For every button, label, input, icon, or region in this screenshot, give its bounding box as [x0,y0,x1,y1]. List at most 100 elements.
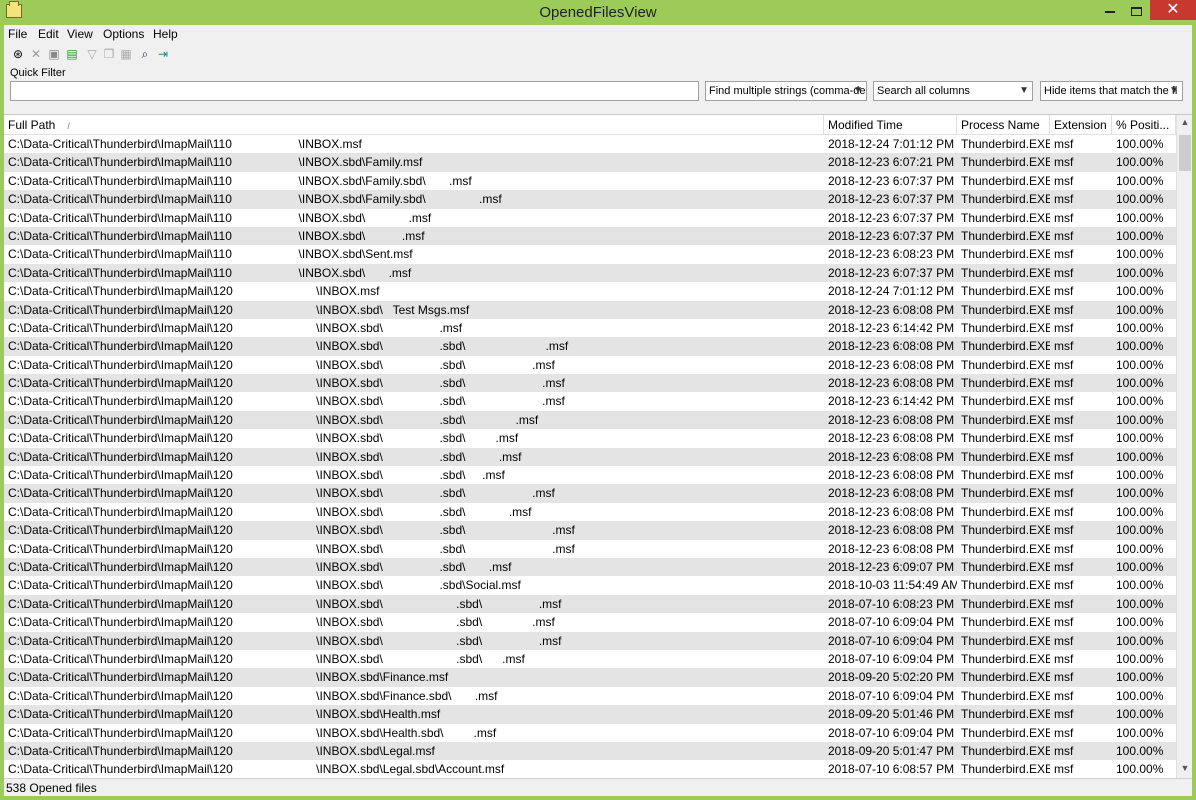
cell-modified-time: 2018-07-10 6:08:23 PM [828,596,955,611]
scroll-up-icon[interactable]: ▲ [1177,117,1193,131]
cell-full-path: C:\Data-Critical\Thunderbird\ImapMail\12… [8,541,575,556]
table-row[interactable]: C:\Data-Critical\Thunderbird\ImapMail\12… [4,650,1176,668]
table-row[interactable]: C:\Data-Critical\Thunderbird\ImapMail\11… [4,245,1176,263]
menu-bar: File Edit View Options Help [4,25,1192,43]
cell-modified-time: 2018-12-23 6:07:37 PM [828,192,955,207]
table-row[interactable]: C:\Data-Critical\Thunderbird\ImapMail\12… [4,484,1176,503]
cell-process-name: Thunderbird.EXE [961,559,1050,574]
table-row[interactable]: C:\Data-Critical\Thunderbird\ImapMail\12… [4,392,1176,410]
column-header-process-name[interactable]: Process Name [957,115,1050,135]
table-row[interactable]: C:\Data-Critical\Thunderbird\ImapMail\12… [4,741,1176,761]
table-row[interactable]: C:\Data-Critical\Thunderbird\ImapMail\12… [4,540,1176,558]
column-header-position[interactable]: % Positi... [1112,115,1176,135]
scroll-thumb[interactable] [1179,135,1191,171]
cell-process-name: Thunderbird.EXE [961,431,1050,446]
cell-process-name: Thunderbird.EXE [961,468,1050,483]
save-icon[interactable]: ▣ [46,46,62,62]
column-header-modified-time[interactable]: Modified Time [824,115,957,135]
cell-process-name: Thunderbird.EXE [961,376,1050,391]
table-row[interactable]: C:\Data-Critical\Thunderbird\ImapMail\12… [4,374,1176,393]
cell-process-name: Thunderbird.EXE [961,541,1050,556]
cell-modified-time: 2018-12-23 6:09:07 PM [828,559,955,574]
table-row[interactable]: C:\Data-Critical\Thunderbird\ImapMail\12… [4,503,1176,521]
vertical-scrollbar[interactable]: ▲ ▼ [1176,115,1192,779]
refresh-icon[interactable]: ⊛ [10,46,26,62]
menu-view[interactable]: View [67,27,93,41]
scroll-down-icon[interactable]: ▼ [1177,763,1193,777]
html-report-icon[interactable]: ▤ [64,46,80,62]
cell-position: 100.00% [1116,523,1164,538]
table-row[interactable]: C:\Data-Critical\Thunderbird\ImapMail\12… [4,282,1176,300]
cell-position: 100.00% [1116,743,1164,758]
cell-extension: msf [1054,670,1074,685]
table-row[interactable]: C:\Data-Critical\Thunderbird\ImapMail\12… [4,521,1176,540]
table-row[interactable]: C:\Data-Critical\Thunderbird\ImapMail\12… [4,687,1176,705]
cell-full-path: C:\Data-Critical\Thunderbird\ImapMail\12… [8,394,565,409]
cell-position: 100.00% [1116,155,1164,170]
cell-process-name: Thunderbird.EXE [961,486,1050,501]
properties-icon[interactable]: ▦ [118,46,134,62]
menu-options[interactable]: Options [103,27,144,41]
table-row[interactable]: C:\Data-Critical\Thunderbird\ImapMail\12… [4,429,1176,447]
find-icon[interactable]: ⌕ [137,46,153,62]
cell-full-path: C:\Data-Critical\Thunderbird\ImapMail\12… [8,596,562,611]
list-rows: C:\Data-Critical\Thunderbird\ImapMail\11… [4,135,1176,779]
cell-modified-time: 2018-12-23 6:14:42 PM [828,320,955,335]
close-file-icon[interactable]: ✕ [28,46,44,62]
cell-position: 100.00% [1116,265,1164,280]
filter-columns-select[interactable]: Search all columns ▼ [873,81,1033,101]
cell-extension: msf [1054,137,1074,151]
column-header-full-path[interactable]: Full Path / [4,115,824,135]
column-header-extension[interactable]: Extension [1050,115,1112,135]
table-row[interactable]: C:\Data-Critical\Thunderbird\ImapMail\12… [4,557,1176,577]
table-row[interactable]: C:\Data-Critical\Thunderbird\ImapMail\11… [4,153,1176,172]
table-row[interactable]: C:\Data-Critical\Thunderbird\ImapMail\12… [4,300,1176,319]
maximize-button[interactable] [1124,0,1148,22]
table-row[interactable]: C:\Data-Critical\Thunderbird\ImapMail\11… [4,190,1176,209]
table-row[interactable]: C:\Data-Critical\Thunderbird\ImapMail\11… [4,263,1176,283]
cell-process-name: Thunderbird.EXE [961,725,1050,740]
title-bar[interactable]: OpenedFilesView ✕ [0,0,1196,25]
table-row[interactable]: C:\Data-Critical\Thunderbird\ImapMail\12… [4,337,1176,356]
filter-action-select[interactable]: Hide items that match the fi ▼ [1040,81,1183,101]
table-row[interactable]: C:\Data-Critical\Thunderbird\ImapMail\12… [4,356,1176,374]
cell-full-path: C:\Data-Critical\Thunderbird\ImapMail\12… [8,284,380,299]
cell-process-name: Thunderbird.EXE [961,412,1050,427]
cell-position: 100.00% [1116,173,1164,188]
cell-process-name: Thunderbird.EXE [961,357,1050,372]
filter-mode-select[interactable]: Find multiple strings (comma-de ▼ [705,81,867,101]
table-row[interactable]: C:\Data-Critical\Thunderbird\ImapMail\12… [4,576,1176,594]
filter-icon[interactable]: ▽ [84,46,100,62]
table-row[interactable]: C:\Data-Critical\Thunderbird\ImapMail\12… [4,447,1176,467]
cell-extension: msf [1054,468,1074,483]
cell-process-name: Thunderbird.EXE [961,578,1050,593]
cell-extension: msf [1054,320,1074,335]
cell-position: 100.00% [1116,412,1164,427]
table-row[interactable]: C:\Data-Critical\Thunderbird\ImapMail\12… [4,613,1176,631]
menu-help[interactable]: Help [153,27,178,41]
table-row[interactable]: C:\Data-Critical\Thunderbird\ImapMail\12… [4,668,1176,687]
menu-edit[interactable]: Edit [38,27,59,41]
table-row[interactable]: C:\Data-Critical\Thunderbird\ImapMail\12… [4,724,1176,742]
table-row[interactable]: C:\Data-Critical\Thunderbird\ImapMail\12… [4,705,1176,724]
table-row[interactable]: C:\Data-Critical\Thunderbird\ImapMail\12… [4,760,1176,778]
table-row[interactable]: C:\Data-Critical\Thunderbird\ImapMail\12… [4,319,1176,337]
table-row[interactable]: C:\Data-Critical\Thunderbird\ImapMail\11… [4,135,1176,153]
files-list[interactable]: Full Path / Modified Time Process Name Ex… [4,114,1192,779]
menu-file[interactable]: File [8,27,27,41]
copy-icon[interactable]: ❐ [101,46,117,62]
cell-full-path: C:\Data-Critical\Thunderbird\ImapMail\12… [8,670,449,685]
minimize-button[interactable] [1098,0,1122,22]
table-row[interactable]: C:\Data-Critical\Thunderbird\ImapMail\12… [4,631,1176,650]
table-row[interactable]: C:\Data-Critical\Thunderbird\ImapMail\11… [4,226,1176,246]
table-row[interactable]: C:\Data-Critical\Thunderbird\ImapMail\11… [4,172,1176,190]
table-row[interactable]: C:\Data-Critical\Thunderbird\ImapMail\11… [4,209,1176,227]
quick-filter-input[interactable] [10,81,699,101]
table-row[interactable]: C:\Data-Critical\Thunderbird\ImapMail\12… [4,410,1176,430]
table-row[interactable]: C:\Data-Critical\Thunderbird\ImapMail\12… [4,466,1176,484]
close-button[interactable]: ✕ [1150,0,1196,20]
cell-extension: msf [1054,504,1074,519]
cell-full-path: C:\Data-Critical\Thunderbird\ImapMail\11… [8,265,412,280]
table-row[interactable]: C:\Data-Critical\Thunderbird\ImapMail\12… [4,594,1176,614]
exit-icon[interactable]: ⇥ [155,46,171,62]
